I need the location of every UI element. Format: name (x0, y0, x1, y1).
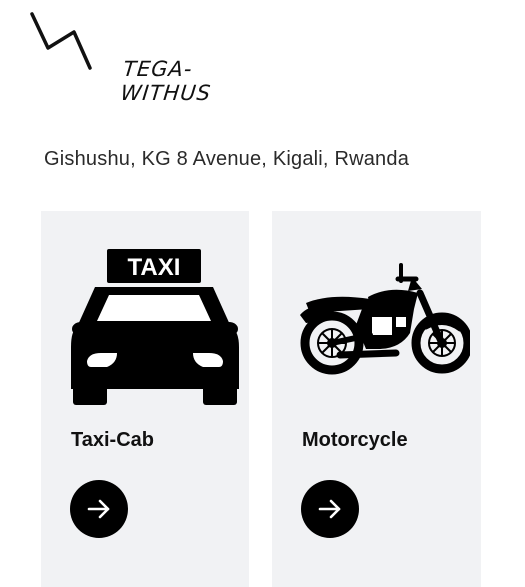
pickup-address: Gishushu, KG 8 Avenue, Kigali, Rwanda (44, 148, 410, 170)
arrow-right-icon (87, 499, 110, 519)
select-motorcycle-button[interactable] (301, 480, 359, 538)
motorcycle-icon (300, 263, 473, 386)
vehicle-card-motorcycle[interactable]: Motorcycle (272, 211, 481, 587)
taxi-icon: TAXI (71, 249, 239, 414)
logo-text: TEGA-WITHUS (119, 57, 213, 105)
vehicle-card-taxi[interactable]: TAXI Taxi-Cab (41, 211, 249, 587)
home-screen: TEGA-WITHUS Gishushu, KG 8 Avenue, Kigal… (0, 0, 525, 587)
arrow-right-icon (318, 499, 341, 519)
vehicle-title-taxi: Taxi-Cab (71, 429, 154, 451)
taxi-sign-text: TAXI (128, 254, 181, 281)
brand-logo: TEGA-WITHUS (28, 10, 268, 105)
vehicle-title-motorcycle: Motorcycle (302, 429, 408, 451)
logo-mark-icon (30, 12, 92, 70)
select-taxi-button[interactable] (70, 480, 128, 538)
